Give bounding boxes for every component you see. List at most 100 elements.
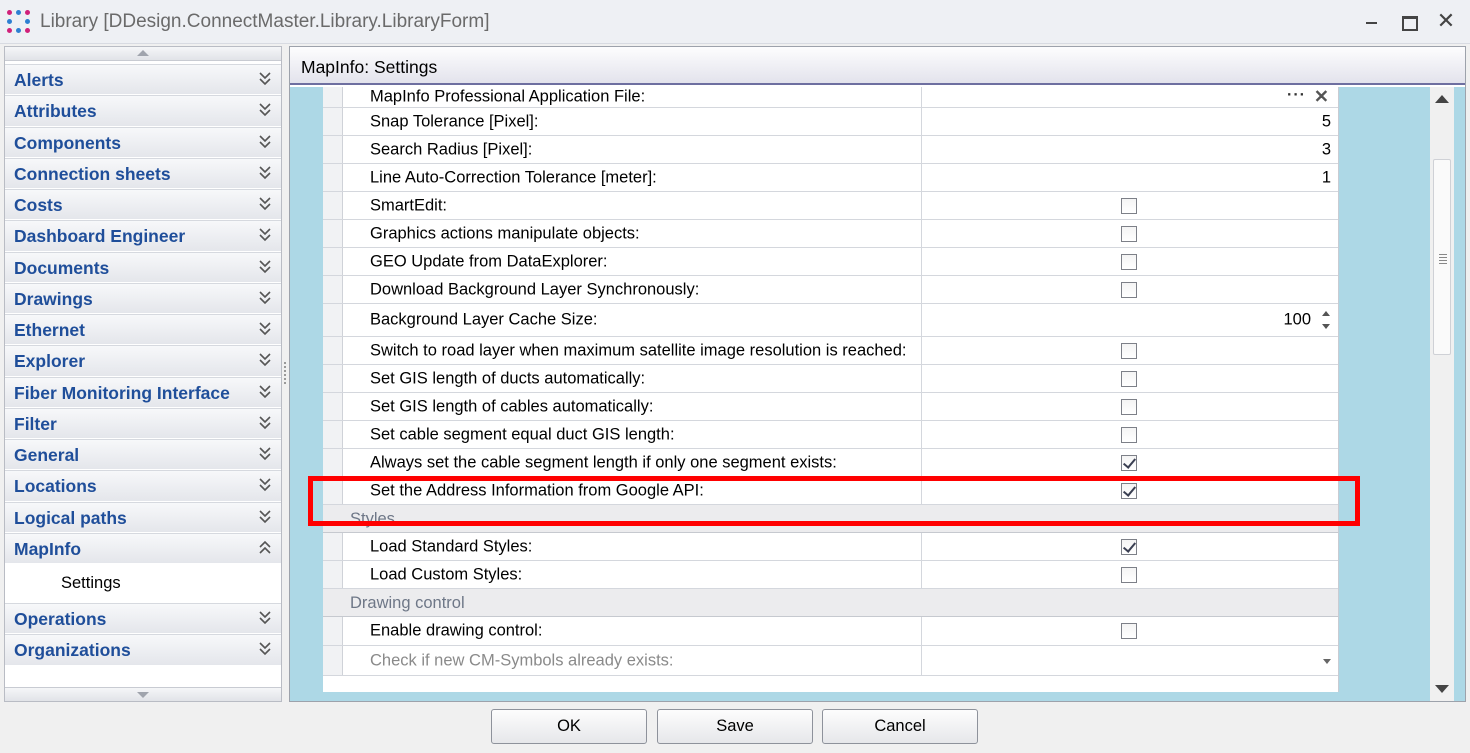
- property-row[interactable]: Search Radius [Pixel]: 3: [323, 136, 1338, 164]
- clear-icon[interactable]: ✕: [1314, 87, 1329, 108]
- property-row[interactable]: Snap Tolerance [Pixel]: 5: [323, 108, 1338, 136]
- nav-item-label: Logical paths: [14, 507, 127, 528]
- nav-item-fiber-monitoring-interface[interactable]: Fiber Monitoring Interface: [5, 376, 281, 408]
- nav-item-alerts[interactable]: Alerts: [5, 64, 281, 96]
- checkbox[interactable]: [1121, 342, 1137, 359]
- property-row[interactable]: Load Standard Styles:: [323, 533, 1338, 561]
- title-bar: Library [DDesign.ConnectMaster.Library.L…: [0, 0, 1470, 44]
- nav-item-explorer[interactable]: Explorer: [5, 345, 281, 377]
- column-separator: [921, 421, 922, 448]
- column-separator: [921, 449, 922, 476]
- cancel-button[interactable]: Cancel: [822, 709, 978, 744]
- nav-scroll-down-button[interactable]: [5, 687, 281, 701]
- property-label: Search Radius [Pixel]:: [370, 140, 533, 158]
- nav-item-mapinfo[interactable]: MapInfo: [5, 532, 281, 564]
- maximize-button[interactable]: [1394, 8, 1422, 34]
- property-row[interactable]: Check if new CM-Symbols already exists:: [323, 646, 1338, 676]
- property-row[interactable]: Set GIS length of cables automatically:: [323, 393, 1338, 421]
- property-grid: MapInfo Professional Application File: ··…: [323, 87, 1339, 692]
- nav-item-logical-paths[interactable]: Logical paths: [5, 501, 281, 533]
- category-header[interactable]: Drawing control: [323, 589, 1338, 617]
- checkbox[interactable]: [1121, 197, 1137, 214]
- property-row[interactable]: SmartEdit:: [323, 192, 1338, 220]
- property-row[interactable]: MapInfo Professional Application File: ··…: [323, 87, 1338, 108]
- close-button[interactable]: ✕: [1432, 8, 1460, 34]
- nav-item-documents[interactable]: Documents: [5, 251, 281, 283]
- property-value[interactable]: 1: [1322, 168, 1331, 187]
- scroll-down-arrow-icon[interactable]: [1435, 685, 1449, 693]
- checkbox-checked[interactable]: [1121, 538, 1137, 555]
- panel-header: MapInfo: Settings: [290, 47, 1465, 85]
- nav-item-label: Dashboard Engineer: [14, 226, 186, 247]
- nav-item-ethernet[interactable]: Ethernet: [5, 314, 281, 346]
- library-nav: Alerts Attributes Components Connection she…: [4, 46, 282, 702]
- checkbox-checked[interactable]: [1121, 454, 1137, 471]
- nav-item-locations[interactable]: Locations: [5, 470, 281, 502]
- property-row[interactable]: Download Background Layer Synchronously:: [323, 276, 1338, 304]
- checkbox[interactable]: [1121, 253, 1137, 270]
- checkbox[interactable]: [1121, 225, 1137, 242]
- chevron-down-icon: [258, 609, 272, 627]
- browse-ellipsis-icon[interactable]: ···: [1287, 87, 1306, 105]
- row-indicator: [323, 304, 343, 336]
- property-row[interactable]: Background Layer Cache Size: 100: [323, 304, 1338, 337]
- row-indicator: [323, 533, 343, 560]
- checkbox[interactable]: [1121, 623, 1137, 639]
- column-separator: [921, 220, 922, 247]
- nav-item-components[interactable]: Components: [5, 126, 281, 158]
- scrollbar-thumb[interactable]: [1433, 159, 1451, 355]
- checkbox[interactable]: [1121, 398, 1137, 415]
- window-title: Library [DDesign.ConnectMaster.Library.L…: [40, 11, 490, 32]
- property-label: Load Custom Styles:: [370, 565, 523, 583]
- save-button[interactable]: Save: [657, 709, 813, 744]
- grid-scrollbar[interactable]: [1430, 87, 1454, 701]
- nav-item-dashboard-engineer[interactable]: Dashboard Engineer: [5, 220, 281, 252]
- nav-item-drawings[interactable]: Drawings: [5, 282, 281, 314]
- property-label: Always set the cable segment length if o…: [370, 453, 837, 471]
- property-value[interactable]: 100: [1283, 311, 1311, 330]
- minimize-button[interactable]: [1358, 8, 1386, 34]
- ok-button[interactable]: OK: [491, 709, 647, 744]
- column-separator: [921, 477, 922, 504]
- property-row[interactable]: Load Custom Styles:: [323, 561, 1338, 589]
- property-row[interactable]: Line Auto-Correction Tolerance [meter]: 1: [323, 164, 1338, 192]
- nav-item-label: Costs: [14, 195, 63, 215]
- property-value[interactable]: 5: [1322, 112, 1331, 131]
- nav-scroll-up-button[interactable]: [5, 47, 281, 61]
- nav-item-filter[interactable]: Filter: [5, 407, 281, 439]
- spin-arrows-icon[interactable]: [1321, 309, 1331, 331]
- splitter-handle[interactable]: [283, 360, 287, 388]
- column-separator: [921, 192, 922, 219]
- scroll-up-arrow-icon[interactable]: [1435, 95, 1449, 103]
- property-label: Graphics actions manipulate objects:: [370, 224, 640, 242]
- checkbox[interactable]: [1121, 281, 1137, 298]
- property-value[interactable]: 3: [1322, 140, 1331, 159]
- nav-item-connection-sheets[interactable]: Connection sheets: [5, 157, 281, 189]
- property-row[interactable]: Always set the cable segment length if o…: [323, 449, 1338, 477]
- property-row[interactable]: Graphics actions manipulate objects:: [323, 220, 1338, 248]
- nav-item-label: Drawings: [14, 288, 93, 309]
- checkbox[interactable]: [1121, 566, 1137, 583]
- property-row[interactable]: GEO Update from DataExplorer:: [323, 248, 1338, 276]
- nav-item-general[interactable]: General: [5, 439, 281, 471]
- property-row[interactable]: Set cable segment equal duct GIS length:: [323, 421, 1338, 449]
- dropdown-arrow-icon[interactable]: [1323, 658, 1331, 664]
- property-row[interactable]: Set GIS length of ducts automatically:: [323, 365, 1338, 393]
- property-label: Download Background Layer Synchronously:: [370, 280, 700, 298]
- category-header[interactable]: Styles: [323, 505, 1338, 533]
- checkbox[interactable]: [1121, 370, 1137, 387]
- nav-item-organizations[interactable]: Organizations: [5, 634, 281, 666]
- chevron-up-icon: [258, 539, 272, 557]
- nav-subitem-settings[interactable]: Settings: [5, 564, 281, 603]
- checkbox[interactable]: [1121, 426, 1137, 443]
- row-indicator: [323, 617, 343, 645]
- nav-item-label: Components: [14, 132, 121, 153]
- checkbox-checked[interactable]: [1121, 482, 1137, 499]
- property-row[interactable]: Set the Address Information from Google …: [323, 477, 1338, 505]
- property-row[interactable]: Enable drawing control:: [323, 617, 1338, 646]
- category-label: Styles: [350, 510, 395, 528]
- nav-item-attributes[interactable]: Attributes: [5, 95, 281, 127]
- nav-item-costs[interactable]: Costs: [5, 189, 281, 221]
- property-row[interactable]: Switch to road layer when maximum satell…: [323, 337, 1338, 365]
- nav-item-operations[interactable]: Operations: [5, 603, 281, 635]
